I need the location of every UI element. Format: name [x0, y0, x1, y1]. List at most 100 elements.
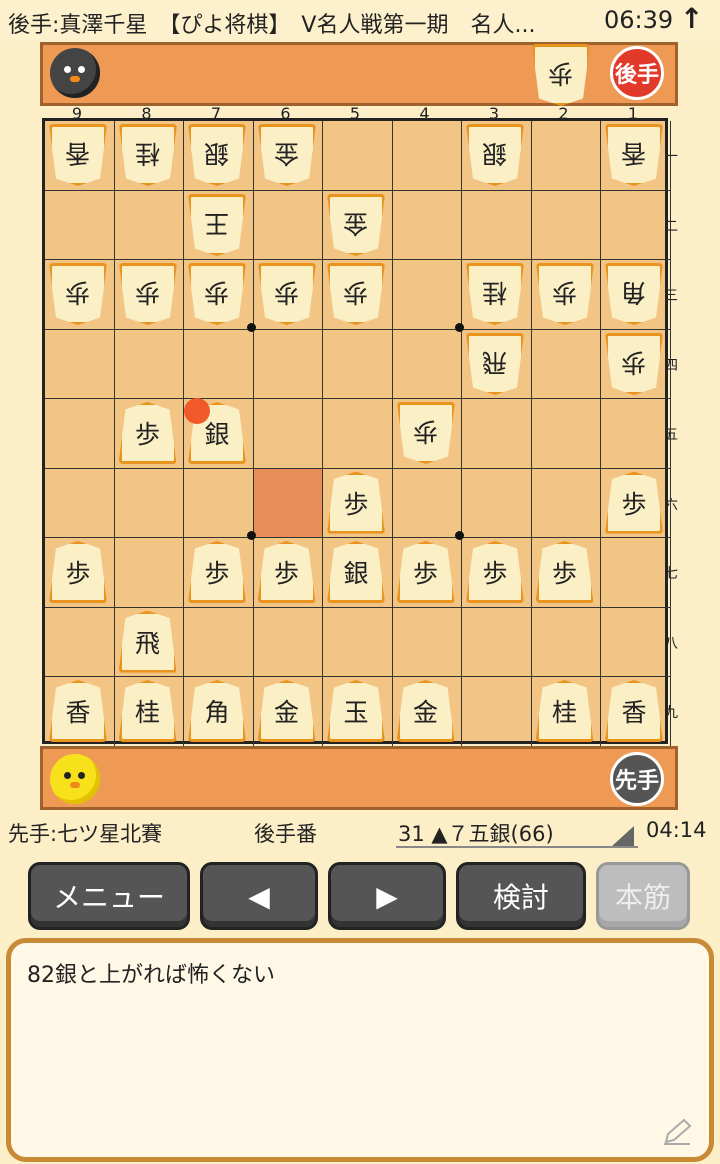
gote-piece[interactable]: 桂: [119, 124, 177, 186]
sente-piece[interactable]: 金: [257, 680, 316, 742]
board-square[interactable]: [531, 121, 601, 191]
sente-piece[interactable]: 銀: [327, 541, 385, 603]
sente-piece[interactable]: 桂: [118, 680, 177, 742]
sente-piece[interactable]: 金: [396, 680, 455, 742]
sente-piece[interactable]: 歩: [118, 402, 177, 464]
board-square[interactable]: [114, 190, 184, 260]
gote-piece[interactable]: 歩: [49, 263, 107, 325]
menu-button[interactable]: メニュー: [28, 862, 190, 930]
board-square[interactable]: [45, 468, 115, 538]
board-square[interactable]: [531, 468, 601, 538]
sente-piece[interactable]: 歩: [49, 541, 107, 603]
board-square[interactable]: [114, 468, 184, 538]
sente-piece[interactable]: 角: [188, 680, 246, 742]
gote-piece[interactable]: 桂: [466, 263, 524, 325]
board-square[interactable]: [392, 468, 462, 538]
piece-label: 角: [204, 698, 230, 727]
gote-piece[interactable]: 歩: [188, 263, 246, 325]
gote-piece[interactable]: 歩: [536, 263, 594, 325]
board-square[interactable]: [184, 607, 254, 677]
sente-piece[interactable]: 飛: [118, 610, 177, 673]
board-square[interactable]: [184, 468, 254, 538]
board-square[interactable]: [253, 329, 323, 399]
pencil-icon[interactable]: [660, 1116, 694, 1146]
board-square[interactable]: [601, 190, 671, 260]
shogi-board[interactable]: 香桂銀金銀香王金歩歩歩歩歩桂歩角飛歩歩銀歩歩歩歩歩歩銀歩歩歩飛香桂角金玉金桂香: [42, 118, 671, 747]
board-square[interactable]: [114, 329, 184, 399]
board-square[interactable]: [392, 260, 462, 330]
gote-piece[interactable]: 香: [605, 124, 663, 186]
gote-hand-piece[interactable]: 歩: [532, 44, 590, 106]
board-square[interactable]: [531, 399, 601, 469]
piece-label: 桂: [134, 139, 160, 168]
board-square[interactable]: [462, 677, 532, 747]
board-square[interactable]: [531, 607, 601, 677]
board-square[interactable]: [531, 329, 601, 399]
board-square[interactable]: [323, 399, 393, 469]
piece-label: 金: [273, 698, 299, 727]
gote-piece[interactable]: 金: [258, 124, 316, 186]
board-square[interactable]: [45, 607, 115, 677]
sente-piece[interactable]: 歩: [535, 541, 594, 603]
sente-piece[interactable]: 歩: [396, 541, 455, 603]
board-square[interactable]: [323, 329, 393, 399]
board-square[interactable]: [323, 607, 393, 677]
gote-piece[interactable]: 金: [327, 194, 385, 256]
gote-avatar: [50, 48, 100, 98]
sente-piece[interactable]: 桂: [535, 680, 594, 742]
board-square[interactable]: [253, 399, 323, 469]
board-square[interactable]: [45, 190, 115, 260]
piece-label: 飛: [482, 347, 508, 377]
board-square[interactable]: [184, 329, 254, 399]
board-square[interactable]: [253, 468, 323, 538]
dropdown-corner-icon[interactable]: [612, 826, 634, 846]
next-move-button[interactable]: ▶: [328, 862, 446, 930]
board-square[interactable]: [601, 538, 671, 608]
board-square[interactable]: [601, 607, 671, 677]
board-square[interactable]: [45, 399, 115, 469]
board-square[interactable]: [253, 190, 323, 260]
comment-text: 82銀と上がれば怖くない: [27, 963, 275, 988]
move-readout[interactable]: 31 ▲７五銀(66): [398, 818, 554, 848]
sente-piece[interactable]: 歩: [327, 471, 385, 534]
gote-piece[interactable]: 歩: [605, 333, 663, 395]
piece-label: 歩: [204, 278, 230, 307]
board-square[interactable]: [462, 468, 532, 538]
board-square[interactable]: [462, 399, 532, 469]
board-square[interactable]: [114, 538, 184, 608]
sente-piece[interactable]: 歩: [466, 541, 524, 603]
board-square[interactable]: [601, 399, 671, 469]
gote-piece[interactable]: 王: [188, 194, 246, 256]
prev-move-button[interactable]: ◀: [200, 862, 318, 930]
sente-piece[interactable]: 香: [605, 680, 663, 742]
piece-label: 香: [621, 139, 647, 168]
comment-box[interactable]: 82銀と上がれば怖くない: [6, 938, 714, 1162]
gote-piece[interactable]: 銀: [188, 124, 246, 186]
board-square[interactable]: [45, 329, 115, 399]
piece-label: 歩: [551, 559, 577, 588]
gote-piece[interactable]: 香: [49, 124, 107, 186]
sente-piece[interactable]: 歩: [605, 471, 663, 534]
gote-piece[interactable]: 歩: [258, 263, 316, 325]
sente-piece[interactable]: 香: [49, 680, 107, 742]
board-square[interactable]: [392, 121, 462, 191]
board-square[interactable]: [462, 190, 532, 260]
gote-piece[interactable]: 角: [605, 263, 663, 325]
gote-piece[interactable]: 飛: [466, 333, 524, 395]
up-arrow-icon[interactable]: ↑: [680, 2, 703, 35]
gote-piece[interactable]: 歩: [327, 263, 385, 325]
sente-piece[interactable]: 玉: [327, 680, 385, 742]
gote-piece[interactable]: 歩: [119, 263, 177, 325]
board-square[interactable]: [392, 190, 462, 260]
board-square[interactable]: [462, 607, 532, 677]
analyze-button[interactable]: 検討: [456, 862, 586, 930]
board-square[interactable]: [323, 121, 393, 191]
gote-piece[interactable]: 銀: [466, 124, 524, 186]
sente-piece[interactable]: 歩: [188, 541, 246, 603]
board-square[interactable]: [253, 607, 323, 677]
board-square[interactable]: [392, 329, 462, 399]
sente-piece[interactable]: 歩: [257, 541, 316, 603]
gote-piece[interactable]: 歩: [397, 402, 455, 464]
board-square[interactable]: [392, 607, 462, 677]
board-square[interactable]: [531, 190, 601, 260]
